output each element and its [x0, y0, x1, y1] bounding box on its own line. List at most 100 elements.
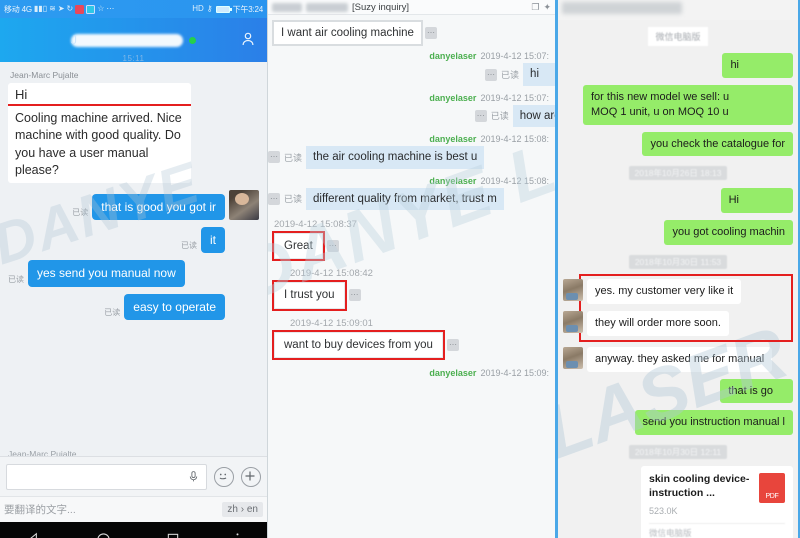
- read-receipt: 已读: [501, 70, 520, 81]
- status-dots-icon: ⋯: [326, 240, 339, 253]
- recents-square-icon[interactable]: [166, 532, 180, 538]
- wechat-row-7: they will order more soon.: [563, 310, 789, 336]
- im-row-6: Great ⋯: [272, 230, 549, 262]
- bubble-it: it: [201, 227, 225, 254]
- bubble-easy-to-operate: easy to operate: [124, 293, 225, 321]
- wechat-device-chip: 微信电脑版: [648, 27, 708, 46]
- outgoing-row-4: 已读 easy to operate: [8, 293, 259, 321]
- im-meta-1: danyelaser 2019-4-12 15:07:: [274, 51, 549, 61]
- read-receipt: 已读: [181, 241, 197, 251]
- status-dots-icon: ⋯: [446, 338, 459, 351]
- message-time: 2019-4-12 15:09:: [480, 368, 549, 378]
- avatar[interactable]: [563, 310, 583, 333]
- im-row-2: ⋯ 已读 hi: [274, 63, 555, 86]
- contact-initial: J: [71, 33, 77, 47]
- plus-icon[interactable]: [241, 466, 261, 487]
- bubble-great: Great: [272, 230, 325, 262]
- wechat-message-list: LASER 微信电脑版 hi for this new model we sel…: [558, 20, 798, 538]
- screenshot-icon: [86, 4, 96, 14]
- sender-handle: danyelaser: [429, 92, 477, 103]
- message-time: 2019-4-12 15:08:: [480, 175, 549, 186]
- conversation-title: [Suzy inquiry]: [352, 1, 410, 13]
- bubble-you-got-cooling-machine: you got cooling machin: [664, 220, 793, 246]
- clock-label: 下午3:24: [232, 4, 264, 14]
- pin-icon[interactable]: ✦: [543, 2, 551, 13]
- avatar[interactable]: [563, 346, 583, 369]
- bubble-hi: hi: [523, 63, 555, 86]
- status-dots-icon: ⋯: [268, 192, 280, 205]
- wechat-row-2: for this new model we sell: u MOQ 1 unit…: [563, 84, 793, 125]
- star-icon: ☆: [97, 4, 105, 13]
- outgoing-row-1: 已读 that is good you got ir: [8, 190, 259, 220]
- im-row-8: want to buy devices from you ⋯: [272, 329, 549, 361]
- network-type-label: 4G: [21, 4, 32, 14]
- avatar[interactable]: [229, 190, 259, 220]
- battery-icon: [215, 5, 232, 13]
- bubble-air-cooling-best: the air cooling machine is best u: [306, 146, 485, 169]
- lang-from: zh: [227, 504, 238, 515]
- hd-icon: HD: [192, 4, 204, 13]
- message-input-bar: [0, 456, 267, 496]
- wechat-row-5: you got cooling machin: [563, 220, 793, 246]
- message-input[interactable]: [6, 463, 207, 490]
- bubble-check-catalogue: you check the catalogue for: [642, 131, 793, 157]
- file-attachment-card[interactable]: skin cooling device-instruction ... 523.…: [641, 466, 793, 538]
- translate-input[interactable]: 要翻译的文字...: [4, 502, 76, 517]
- bubble-that-is-good: that is good you got ir: [92, 193, 225, 220]
- message-list: DANYE Jean-Marc Pujalte Hi Cooling machi…: [0, 62, 267, 456]
- microphone-icon[interactable]: [187, 469, 200, 484]
- im-row-3: ⋯ 已读 how are yo: [274, 104, 555, 128]
- read-receipt: 已读: [284, 194, 303, 205]
- im-time-center-3: 2019-4-12 15:09:01: [290, 317, 373, 329]
- bubble-i-want-air-cooling-machine: I want air cooling machine: [272, 19, 423, 47]
- im-meta-4: danyelaser 2019-4-12 15:08:: [274, 176, 549, 186]
- more-vertical-icon[interactable]: [235, 531, 240, 538]
- status-dots-icon: ⋯: [348, 289, 361, 302]
- bubble-send-instruction-manual: send you instruction manual l: [634, 410, 793, 436]
- bubble-hi: hi: [722, 53, 793, 78]
- chat-window-icon[interactable]: ❐: [531, 2, 539, 13]
- im-row-7: I trust you ⋯: [272, 280, 549, 311]
- message-time: 2019-4-12 15:07:: [480, 92, 549, 103]
- wechat-date-divider-1: 2018年10月26日 18:13: [563, 163, 793, 181]
- message-sender-name: Jean-Marc Pujalte: [10, 70, 79, 80]
- sender-handle: danyelaser: [429, 175, 477, 186]
- wechat-row-10: send you instruction manual l: [563, 410, 793, 436]
- read-receipt: 已读: [490, 111, 509, 122]
- message-time: 2019-4-12 15:08:: [480, 134, 549, 145]
- read-receipt: 已读: [72, 208, 89, 217]
- im-row-5: ⋯ 已读 different quality from market, trus…: [268, 187, 549, 210]
- language-selector[interactable]: zh › en: [222, 502, 263, 517]
- im-row-1: I want air cooling machine ⋯: [272, 19, 549, 47]
- wechat-row-1: hi: [563, 53, 793, 78]
- date-label: 2018年10月30日 12:11: [628, 445, 728, 460]
- wechat-row-8: anyway. they asked me for manual: [563, 346, 793, 372]
- outgoing-row-2: 已读 it: [8, 227, 259, 254]
- wechat-row-3: you check the catalogue for: [563, 131, 793, 157]
- translate-bar[interactable]: 要翻译的文字... zh › en: [0, 496, 267, 522]
- date-label: 2018年10月30日 11:53: [628, 255, 728, 270]
- avatar[interactable]: [563, 279, 583, 302]
- back-triangle-icon[interactable]: [27, 532, 41, 538]
- bubble-that-is-good: that is go: [720, 378, 793, 404]
- person-icon[interactable]: [239, 30, 257, 48]
- bubble-hi-2: Hi: [720, 188, 793, 214]
- home-circle-icon[interactable]: [96, 532, 111, 538]
- wechat-panel: LASER 微信电脑版 hi for this new model we sel…: [555, 0, 800, 538]
- im-time-center-1: 2019-4-12 15:08:37: [274, 218, 357, 230]
- bubble-asked-me-for-manual: anyway. they asked me for manual: [587, 346, 773, 372]
- read-receipt: 已读: [284, 152, 303, 163]
- lang-to: en: [246, 504, 258, 515]
- wechat-row-9: that is go: [563, 378, 793, 404]
- smiley-icon[interactable]: [214, 466, 234, 487]
- im-meta-5: danyelaser 2019-4-12 15:09:: [274, 368, 549, 378]
- status-dots-icon: ⋯: [485, 68, 498, 81]
- carrier-label: 移动: [4, 4, 20, 14]
- sender-handle: danyelaser: [429, 368, 477, 378]
- sync-icon: ↻: [66, 4, 74, 13]
- file-size: 523.0K: [649, 505, 678, 516]
- file-source-label: 微信电脑版: [649, 522, 785, 538]
- file-name: skin cooling device-instruction ...: [649, 473, 750, 499]
- wechat-header: [558, 0, 798, 20]
- wifi-icon: ≋: [49, 4, 56, 13]
